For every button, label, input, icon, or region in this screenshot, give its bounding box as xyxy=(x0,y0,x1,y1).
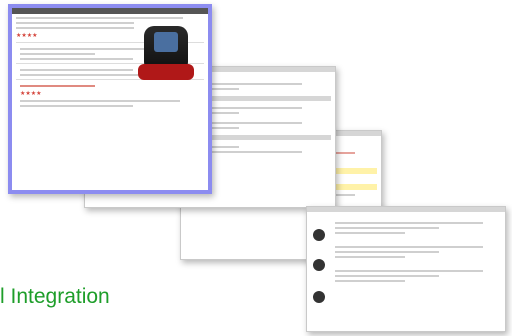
phone-base-image xyxy=(138,64,194,80)
product-thumbnail xyxy=(313,291,325,303)
top-bar xyxy=(12,8,208,14)
product-thumbnail xyxy=(313,229,325,241)
list-page-screenshot xyxy=(306,206,506,332)
product-thumbnail xyxy=(313,259,325,271)
caption-text: l Integration xyxy=(0,285,110,308)
rating-stars-icon: ★★★★ xyxy=(20,91,42,97)
product-page-screenshot: ★★★★ ★★★★ xyxy=(8,4,212,194)
